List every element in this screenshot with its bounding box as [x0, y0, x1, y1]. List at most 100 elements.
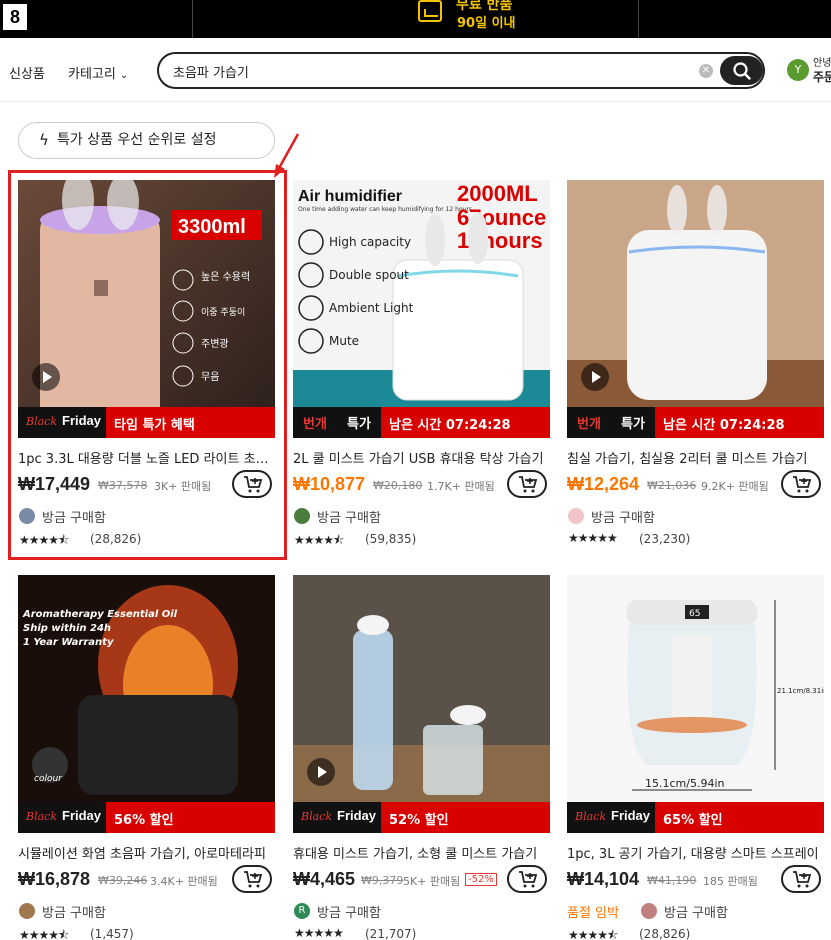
product-title[interactable]: 시뮬레이션 화염 초음파 가습기, 아로마테라피: [18, 843, 275, 861]
product-title[interactable]: 1pc 3.3L 대용량 더블 노즐 LED 라이트 초음파 가습기: [18, 448, 275, 466]
product-card[interactable]: 번개 특가 남은 시간 07:24:28 침실 가습기, 침실용 2리터 쿨 미…: [567, 180, 824, 549]
deal-priority-label: 특가 상품 우선 순위로 설정: [57, 132, 217, 148]
star-rating-icon: ★★★★⯪: [19, 533, 69, 547]
product-image[interactable]: Air humidifier One time adding water can…: [293, 180, 550, 438]
product-title[interactable]: 휴대용 미스트 가습기, 소형 쿨 미스트 가습기: [293, 843, 550, 861]
site-logo[interactable]: 8: [3, 4, 27, 30]
return-days-label: 90일 이내: [457, 16, 516, 31]
rating: ★★★★⯪ (59,835): [293, 531, 550, 549]
black-friday-badge: Black Friday: [293, 802, 381, 833]
svg-text:Ship within 24h: Ship within 24h: [23, 623, 111, 634]
deal-priority-button[interactable]: ϟ 특가 상품 우선 순위로 설정: [18, 122, 275, 159]
product-image[interactable]: Aromatherapy Essential Oil Ship within 2…: [18, 575, 275, 833]
play-video-icon[interactable]: [581, 363, 609, 391]
add-to-cart-button[interactable]: [232, 470, 272, 498]
buyer-avatar: R: [294, 903, 310, 919]
review-count: (1,457): [90, 927, 134, 940]
svg-text:Aromatherapy Essential Oil: Aromatherapy Essential Oil: [22, 609, 178, 620]
buyer-avatar: [19, 508, 35, 524]
promo-banner: Black Friday 56% 할인: [18, 802, 275, 833]
star-rating-icon: ★★★★★: [294, 926, 344, 940]
nav-categories[interactable]: 카테고리 ⌄: [68, 63, 128, 82]
banner-divider: [192, 0, 193, 38]
buyer-avatar: [641, 903, 657, 919]
price-row: ₩17,449 ₩37,578 3K+ 판매됨: [18, 470, 275, 500]
sold-count: 1.7K+ 판매됨: [427, 480, 495, 493]
countdown-timer: 남은 시간 07:24:28: [389, 418, 511, 433]
original-price: ₩20,180: [373, 479, 423, 492]
cart-icon: [519, 871, 538, 888]
product-card[interactable]: Aromatherapy Essential Oil Ship within 2…: [18, 575, 275, 940]
product-image[interactable]: 65 21.1cm/8.31in 15.1cm/5.94in Black Fri…: [567, 575, 824, 833]
svg-text:이중 주둥이: 이중 주둥이: [201, 307, 245, 318]
product-card[interactable]: 65 21.1cm/8.31in 15.1cm/5.94in Black Fri…: [567, 575, 824, 940]
add-to-cart-button[interactable]: [507, 865, 547, 893]
svg-text:21.1cm/8.31in: 21.1cm/8.31in: [777, 687, 824, 695]
banner-divider: [638, 0, 639, 38]
add-to-cart-button[interactable]: [781, 470, 821, 498]
star-rating-icon: ★★★★⯪: [19, 928, 69, 940]
svg-text:colour: colour: [34, 774, 63, 784]
product-photo: [293, 575, 550, 833]
sold-count: 185 판매됨: [703, 875, 758, 888]
svg-text:Air humidifier: Air humidifier: [298, 188, 402, 205]
add-to-cart-button[interactable]: [232, 865, 272, 893]
add-to-cart-button[interactable]: [781, 865, 821, 893]
buyer-avatar: [568, 508, 584, 524]
cart-icon: [519, 476, 538, 493]
discount-label: 56% 할인: [114, 813, 174, 828]
rating: ★★★★⯪ (28,826): [567, 926, 824, 940]
discount-badge: -52%: [465, 873, 497, 886]
price: ₩17,449: [18, 474, 91, 494]
product-title[interactable]: 1pc, 3L 공기 가습기, 대용량 스마트 스프레이: [567, 843, 824, 861]
flash-deal-badge: 번개 특가: [293, 407, 381, 438]
user-avatar[interactable]: Y: [787, 59, 809, 81]
review-count: (59,835): [365, 532, 417, 546]
recent-purchase: 품절 임박 방금 구매함: [567, 901, 824, 923]
top-banner: 8 무료 반품 90일 이내: [0, 0, 831, 38]
product-image[interactable]: 번개 특가 남은 시간 07:24:28: [567, 180, 824, 438]
star-rating-icon: ★★★★⯪: [294, 533, 344, 547]
product-image[interactable]: Black Friday 52% 할인: [293, 575, 550, 833]
deal-label: 타임 특가 혜택: [114, 418, 195, 433]
svg-text:1 Year Warranty: 1 Year Warranty: [23, 637, 114, 648]
rating: ★★★★⯪ (28,826): [18, 531, 275, 549]
price: ₩16,878: [18, 869, 91, 889]
clear-search-icon[interactable]: ✕: [699, 64, 713, 78]
cart-icon: [244, 871, 263, 888]
product-image[interactable]: 3300ml 높은 수용력 이중 주둥이 주변광 무음 Black Friday…: [18, 180, 275, 438]
price-row: ₩12,264 ₩21,036 9.2K+ 판매됨: [567, 470, 824, 500]
product-title[interactable]: 2L 쿨 미스트 가습기 USB 휴대용 탁상 가습기: [293, 448, 550, 466]
recent-purchase: R 방금 구매함: [293, 901, 550, 923]
discount-label: 52% 할인: [389, 813, 449, 828]
promo-banner: 번개 특가 남은 시간 07:24:28: [293, 407, 550, 438]
play-video-icon[interactable]: [32, 363, 60, 391]
price-row: ₩16,878 ₩39,246 3.4K+ 판매됨: [18, 865, 275, 895]
recent-purchase: 방금 구매함: [567, 506, 824, 528]
product-photo: 3300ml 높은 수용력 이중 주둥이 주변광 무음: [18, 180, 275, 438]
discount-label: 65% 할인: [663, 813, 723, 828]
add-to-cart-button[interactable]: [507, 470, 547, 498]
greeting-text: 안녕: [813, 58, 831, 69]
product-title[interactable]: 침실 가습기, 침실용 2리터 쿨 미스트 가습기: [567, 448, 824, 466]
orders-link[interactable]: 주문: [813, 68, 831, 85]
product-card[interactable]: Black Friday 52% 할인 휴대용 미스트 가습기, 소형 쿨 미스…: [293, 575, 550, 940]
annotation-arrow-icon: [274, 133, 300, 178]
rating: ★★★★⯪ (1,457): [18, 926, 275, 940]
product-card[interactable]: Air humidifier One time adding water can…: [293, 180, 550, 549]
recent-purchase: 방금 구매함: [18, 506, 275, 528]
promo-banner: Black Friday 타임 특가 혜택: [18, 407, 275, 438]
play-video-icon[interactable]: [307, 758, 335, 786]
nav-categories-label: 카테고리: [68, 67, 116, 82]
rating: ★★★★★ (23,230): [567, 531, 824, 549]
product-card[interactable]: 3300ml 높은 수용력 이중 주둥이 주변광 무음 Black Friday…: [18, 180, 275, 549]
nav-new-arrivals[interactable]: 신상품: [9, 63, 45, 82]
svg-text:Mute: Mute: [329, 334, 359, 348]
svg-text:High capacity: High capacity: [329, 235, 411, 249]
black-friday-badge: Black Friday: [567, 802, 655, 833]
search-button[interactable]: [720, 56, 763, 85]
svg-text:65: 65: [689, 609, 700, 619]
original-price: ₩37,578: [98, 479, 148, 492]
search-input[interactable]: [173, 61, 673, 81]
promo-banner: Black Friday 52% 할인: [293, 802, 550, 833]
